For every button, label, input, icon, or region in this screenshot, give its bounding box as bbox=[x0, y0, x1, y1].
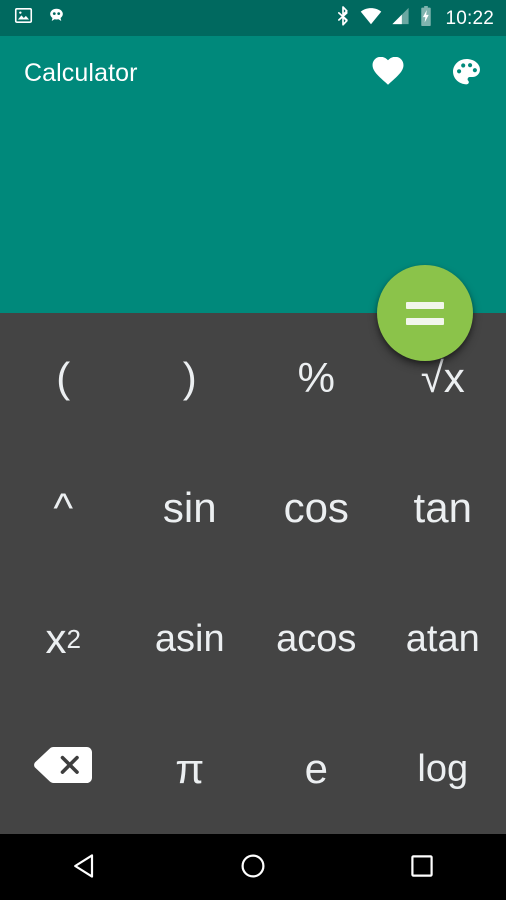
calculator-keypad: ( ) % √x ^ sin cos tan x2 asin acos atan bbox=[0, 313, 506, 834]
keypad-row: ^ sin cos tan bbox=[0, 443, 506, 573]
backspace-icon bbox=[32, 743, 94, 794]
page-title: Calculator bbox=[24, 59, 138, 87]
status-bar-left-icons bbox=[14, 6, 66, 30]
key-acos[interactable]: acos bbox=[253, 574, 380, 704]
app-screen: 10:22 Calculator () % √x ^ sin cos tan … bbox=[0, 0, 506, 900]
palette-icon bbox=[450, 56, 483, 92]
cyanogenmod-icon bbox=[47, 6, 66, 30]
image-icon bbox=[14, 6, 33, 30]
bluetooth-icon bbox=[335, 5, 351, 31]
key-e[interactable]: e bbox=[253, 704, 380, 834]
equals-icon-bar-bottom bbox=[406, 317, 444, 325]
home-circle-icon bbox=[240, 853, 266, 882]
key-open-paren[interactable]: ( bbox=[0, 313, 127, 443]
cellular-signal-icon bbox=[391, 7, 410, 30]
theme-button[interactable] bbox=[444, 52, 488, 96]
key-percent[interactable]: % bbox=[253, 313, 380, 443]
key-atan[interactable]: atan bbox=[380, 574, 506, 704]
equals-icon-bar-top bbox=[406, 301, 444, 309]
key-backspace[interactable] bbox=[0, 704, 127, 834]
wifi-icon bbox=[360, 7, 382, 30]
keypad-row: x2 asin acos atan bbox=[0, 574, 506, 704]
status-clock: 10:22 bbox=[445, 7, 494, 29]
key-asin[interactable]: asin bbox=[127, 574, 254, 704]
key-cos[interactable]: cos bbox=[253, 443, 380, 573]
status-bar-right-icons: 10:22 bbox=[335, 5, 494, 31]
status-bar: 10:22 bbox=[0, 0, 506, 36]
app-bar: Calculator bbox=[0, 36, 506, 111]
key-power[interactable]: ^ bbox=[0, 443, 127, 573]
key-pi[interactable]: π bbox=[127, 704, 254, 834]
equals-button[interactable] bbox=[377, 265, 473, 361]
nav-back-button[interactable] bbox=[46, 842, 122, 892]
key-square-base: x bbox=[45, 614, 67, 662]
recents-square-icon bbox=[410, 854, 434, 881]
back-triangle-icon bbox=[72, 853, 96, 882]
keypad-row: π e log bbox=[0, 704, 506, 834]
key-log[interactable]: log bbox=[380, 704, 506, 834]
key-tan[interactable]: tan bbox=[380, 443, 506, 573]
android-navigation-bar bbox=[0, 834, 506, 900]
battery-charging-icon bbox=[419, 5, 433, 31]
favorite-icon bbox=[372, 56, 404, 90]
app-bar-actions bbox=[366, 52, 488, 96]
key-close-paren[interactable]: ) bbox=[127, 313, 254, 443]
nav-home-button[interactable] bbox=[215, 842, 291, 892]
key-square[interactable]: x2 bbox=[0, 574, 127, 704]
key-sin[interactable]: sin bbox=[127, 443, 254, 573]
nav-recents-button[interactable] bbox=[384, 842, 460, 892]
favorite-button[interactable] bbox=[366, 52, 410, 96]
